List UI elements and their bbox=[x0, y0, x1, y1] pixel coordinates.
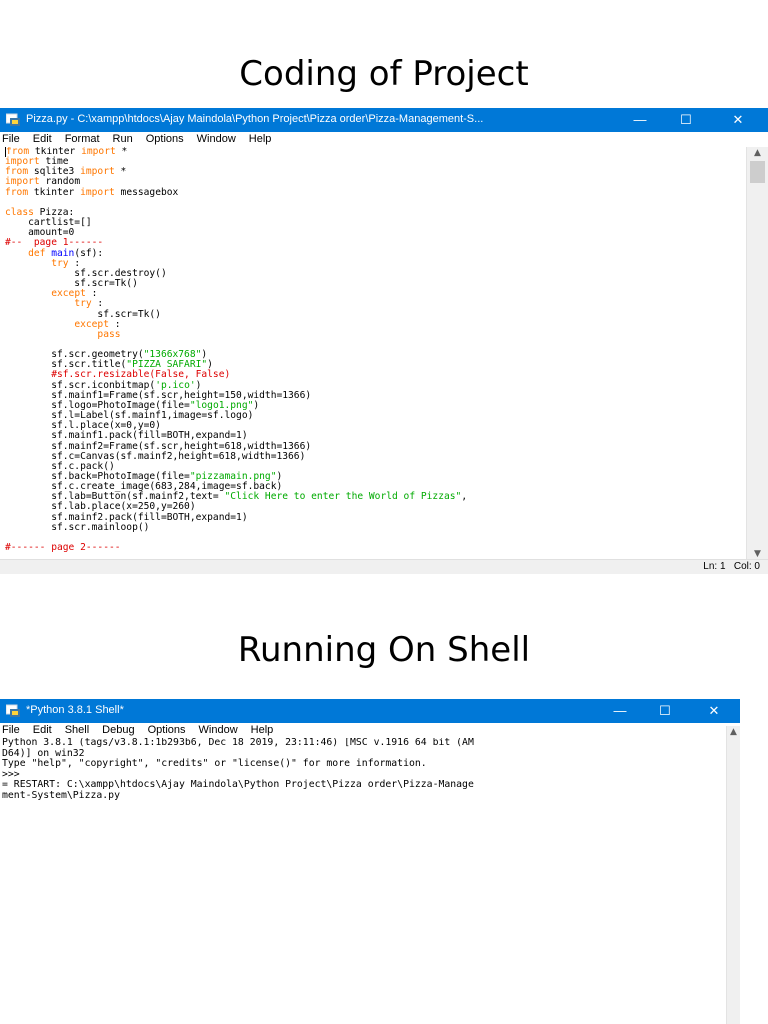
editor-vertical-scrollbar[interactable]: ▲ ▼ bbox=[746, 147, 768, 560]
shell-line: Python 3.8.1 (tags/v3.8.1:1b293b6, Dec 1… bbox=[2, 738, 474, 748]
code-line: #-- page 1------ bbox=[5, 237, 104, 249]
code-line: pass bbox=[97, 328, 127, 340]
shell-menu-options[interactable]: Options bbox=[148, 723, 186, 738]
shell-menu-window[interactable]: Window bbox=[199, 723, 238, 738]
scroll-up-icon[interactable]: ▲ bbox=[727, 726, 740, 738]
shell-window-title: *Python 3.8.1 Shell* bbox=[26, 704, 124, 716]
code-line: cartlist=[] bbox=[5, 217, 92, 229]
shell-window: *Python 3.8.1 Shell* — ☐ ✕ File Edit Shell… bbox=[0, 699, 740, 1024]
close-button[interactable]: ✕ bbox=[718, 108, 758, 132]
minimize-button[interactable]: — bbox=[600, 699, 640, 723]
shell-menu-debug[interactable]: Debug bbox=[102, 723, 134, 738]
scrollbar-thumb[interactable] bbox=[750, 161, 765, 183]
python-shell-icon bbox=[6, 704, 20, 717]
shell-titlebar[interactable]: *Python 3.8.1 Shell* — ☐ ✕ bbox=[0, 699, 740, 723]
editor-menu-file[interactable]: File bbox=[2, 132, 20, 147]
shell-line: Type "help", "copyright", "credits" or "… bbox=[2, 758, 427, 770]
editor-menu-help[interactable]: Help bbox=[249, 132, 272, 147]
editor-window: Pizza.py - C:\xampp\htdocs\Ajay Maindola… bbox=[0, 108, 768, 574]
shell-menu-help[interactable]: Help bbox=[251, 723, 274, 738]
shell-menu-file[interactable]: File bbox=[2, 723, 20, 738]
editor-menubar: File Edit Format Run Options Window Help bbox=[0, 132, 768, 147]
editor-menu-options[interactable]: Options bbox=[146, 132, 184, 147]
maximize-button[interactable]: ☐ bbox=[645, 699, 685, 723]
code-line: sf.scr.mainloop() bbox=[5, 521, 150, 533]
shell-line: ment-System\Pizza.py bbox=[2, 789, 120, 801]
shell-vertical-scrollbar[interactable]: ▲ bbox=[726, 726, 740, 1024]
code-editor[interactable]: from tkinter import * import time from sql… bbox=[0, 147, 746, 560]
editor-statusbar: Ln: 1 Col: 0 bbox=[0, 559, 768, 574]
shell-output[interactable]: Python 3.8.1 (tags/v3.8.1:1b293b6, Dec 1… bbox=[0, 738, 726, 1024]
maximize-button[interactable]: ☐ bbox=[666, 108, 706, 132]
editor-window-title: Pizza.py - C:\xampp\htdocs\Ajay Maindola… bbox=[26, 113, 484, 125]
code-line: sf.c=Canvas(sf.mainf2,height=618,width=1… bbox=[5, 450, 306, 462]
editor-menu-window[interactable]: Window bbox=[197, 132, 236, 147]
slide-title-shell: Running On Shell bbox=[237, 630, 531, 670]
code-line: from tkinter import messagebox bbox=[5, 186, 179, 198]
editor-titlebar[interactable]: Pizza.py - C:\xampp\htdocs\Ajay Maindola… bbox=[0, 108, 768, 132]
code-line: class Pizza: bbox=[5, 206, 75, 218]
code-line: #------ page 2------ bbox=[5, 542, 121, 554]
shell-menu-edit[interactable]: Edit bbox=[33, 723, 52, 738]
slide-title-coding: Coding of Project bbox=[239, 54, 529, 94]
editor-menu-edit[interactable]: Edit bbox=[33, 132, 52, 147]
python-idle-icon bbox=[6, 113, 20, 126]
cursor-position: Ln: 1 Col: 0 bbox=[703, 561, 760, 572]
minimize-button[interactable]: — bbox=[620, 108, 660, 132]
code-line: def main(sf): bbox=[28, 247, 104, 259]
editor-menu-format[interactable]: Format bbox=[65, 132, 100, 147]
scroll-up-icon[interactable]: ▲ bbox=[747, 147, 768, 159]
code-line: amount=0 bbox=[5, 227, 75, 239]
code-line: except : bbox=[51, 288, 98, 300]
code-line: from tkinter import * bbox=[5, 147, 128, 157]
close-button[interactable]: ✕ bbox=[694, 699, 734, 723]
editor-menu-run[interactable]: Run bbox=[113, 132, 133, 147]
shell-menubar: File Edit Shell Debug Options Window Help bbox=[0, 723, 740, 738]
code-line: from sqlite3 import * bbox=[5, 166, 127, 178]
code-line: sf.scr=Tk() bbox=[5, 278, 138, 290]
shell-menu-shell[interactable]: Shell bbox=[65, 723, 89, 738]
